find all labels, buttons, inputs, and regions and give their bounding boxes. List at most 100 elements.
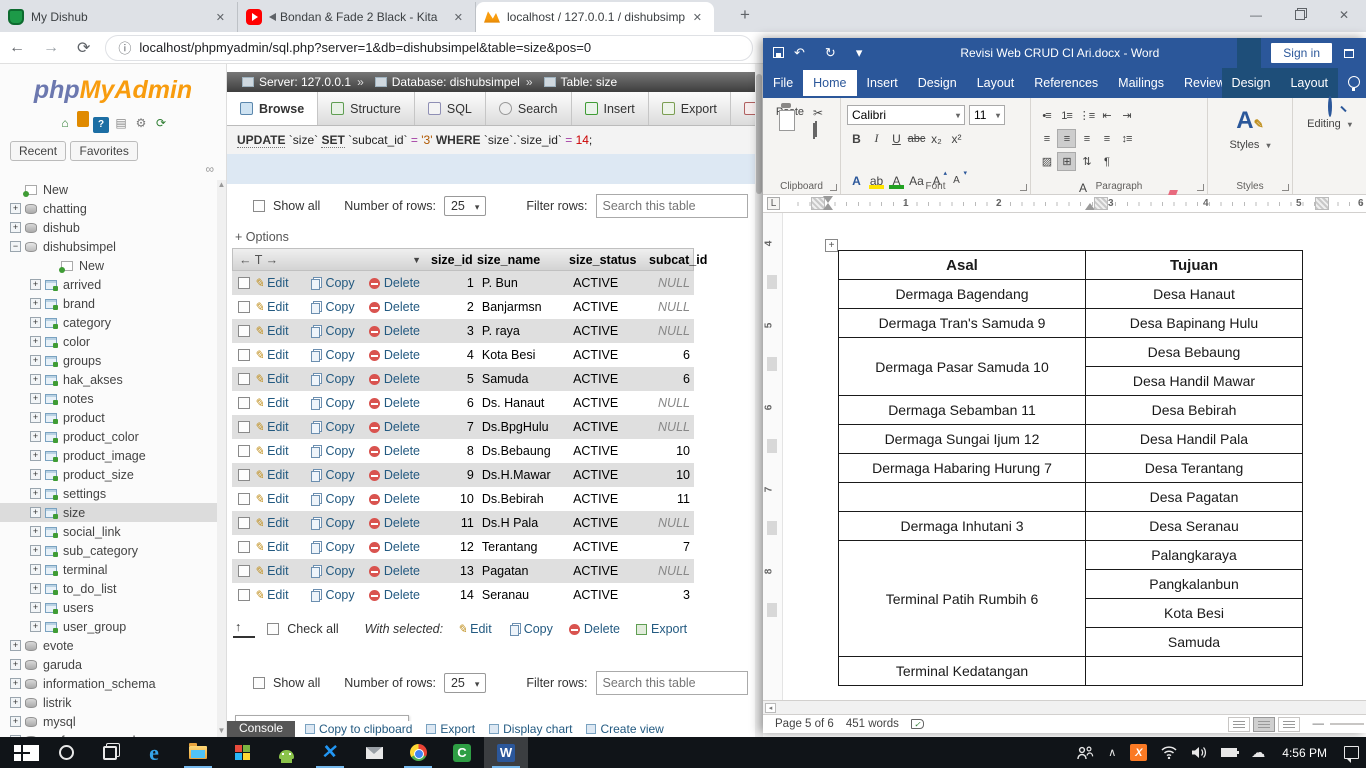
with-selected-edit[interactable]: ✎Edit: [457, 622, 492, 636]
word-count[interactable]: 451 words: [846, 718, 899, 730]
doc-cell[interactable]: [839, 483, 1086, 512]
column-header-size-status[interactable]: size_status: [565, 253, 645, 267]
align-right-button[interactable]: ≡: [1077, 129, 1096, 148]
page-info-icon[interactable]: ⓘ: [118, 38, 131, 57]
hanging-indent-marker[interactable]: [823, 203, 833, 210]
console-operation-link[interactable]: Create view: [586, 722, 663, 736]
row-checkbox[interactable]: [238, 301, 250, 313]
horizontal-scrollbar[interactable]: ◂: [763, 700, 1366, 714]
expand-icon[interactable]: +: [30, 374, 41, 385]
tree-item[interactable]: + listrik: [0, 693, 218, 712]
tree-item[interactable]: + user_group: [0, 617, 218, 636]
delete-link[interactable]: Delete: [369, 444, 432, 458]
ribbon-tab[interactable]: Layout: [967, 70, 1025, 96]
delete-link[interactable]: Delete: [369, 588, 432, 602]
store-icon[interactable]: [220, 737, 264, 768]
doc-col-tujuan[interactable]: Tujuan: [1086, 251, 1303, 280]
doc-cell[interactable]: Dermaga Sungai Ijum 12: [839, 425, 1086, 454]
cortana-button[interactable]: [44, 737, 88, 768]
edit-link[interactable]: ✎Edit: [254, 444, 309, 458]
document-canvas[interactable]: 45678 + Asal Tujuan Dermaga BagendangDes…: [763, 213, 1366, 700]
expand-icon[interactable]: −: [10, 241, 21, 252]
font-dialog-launcher[interactable]: [1020, 184, 1027, 191]
row-checkbox[interactable]: [238, 517, 250, 529]
people-icon[interactable]: [1076, 746, 1094, 760]
with-selected-export[interactable]: Export: [636, 622, 687, 636]
tree-item[interactable]: + mysql: [0, 712, 218, 731]
tree-item[interactable]: − dishubsimpel: [0, 237, 218, 256]
column-order-widget[interactable]: ← T →: [239, 253, 278, 267]
vscode-icon[interactable]: ✕: [308, 737, 352, 768]
row-checkbox[interactable]: [238, 469, 250, 481]
web-layout-icon[interactable]: [1278, 717, 1300, 732]
expand-icon[interactable]: +: [30, 545, 41, 556]
copy-link[interactable]: Copy: [309, 420, 368, 434]
row-checkbox[interactable]: [238, 325, 250, 337]
doc-cell[interactable]: Desa Bebirah: [1086, 396, 1303, 425]
reload-button[interactable]: ⟳: [77, 38, 90, 58]
edge-icon[interactable]: e: [132, 737, 176, 768]
zoom-out-button[interactable]: —: [1313, 718, 1325, 730]
edit-link[interactable]: ✎Edit: [254, 276, 309, 290]
console-operation-link[interactable]: Export: [426, 722, 475, 736]
format-painter-button[interactable]: [813, 142, 823, 160]
android-icon[interactable]: [264, 737, 308, 768]
delete-link[interactable]: Delete: [369, 516, 432, 530]
expand-icon[interactable]: +: [30, 469, 41, 480]
row-checkbox[interactable]: [238, 421, 250, 433]
redo-icon[interactable]: ↻: [825, 45, 846, 61]
tree-item[interactable]: New: [0, 256, 218, 275]
expand-icon[interactable]: +: [30, 279, 41, 290]
align-left-button[interactable]: ≡: [1037, 129, 1056, 148]
subscript-button[interactable]: x₂: [927, 129, 946, 148]
breadcrumb-database[interactable]: Database: dishubsimpel: [392, 75, 520, 89]
doc-cell[interactable]: Dermaga Inhutani 3: [839, 512, 1086, 541]
pma-tab[interactable]: SQL: [415, 92, 486, 125]
sign-in-button[interactable]: Sign in: [1271, 43, 1332, 63]
expand-icon[interactable]: +: [10, 640, 21, 651]
task-view-button[interactable]: [88, 737, 132, 768]
delete-link[interactable]: Delete: [369, 372, 432, 386]
copy-link[interactable]: Copy: [309, 444, 368, 458]
tab-close-icon[interactable]: ✕: [450, 9, 467, 26]
row-checkbox[interactable]: [238, 349, 250, 361]
expand-icon[interactable]: +: [10, 659, 21, 670]
doc-cell[interactable]: Desa Bapinang Hulu: [1086, 309, 1303, 338]
mail-icon[interactable]: [352, 737, 396, 768]
save-icon[interactable]: [773, 46, 784, 61]
copy-link[interactable]: Copy: [309, 276, 368, 290]
ribbon-tab[interactable]: References: [1024, 70, 1108, 96]
table-move-handle[interactable]: +: [825, 239, 838, 252]
restore-button[interactable]: [1278, 0, 1322, 30]
minimize-button[interactable]: —: [1234, 0, 1278, 30]
settings-icon[interactable]: ⚙: [133, 115, 149, 131]
tab-youtube[interactable]: Bondan & Fade 2 Black - Kita ✕: [238, 2, 476, 32]
filter-rows-input[interactable]: [596, 194, 748, 218]
column-header-size-name[interactable]: size_name: [473, 253, 565, 267]
tab-close-icon[interactable]: ✕: [212, 9, 229, 26]
edit-link[interactable]: ✎Edit: [254, 420, 309, 434]
doc-cell[interactable]: Pangkalanbun: [1086, 570, 1303, 599]
wifi-icon[interactable]: [1161, 746, 1177, 759]
doc-cell[interactable]: Desa Handil Mawar: [1086, 367, 1303, 396]
tree-item[interactable]: + brand: [0, 294, 218, 313]
close-button[interactable]: ✕: [1322, 0, 1366, 30]
ribbon-tab[interactable]: Home: [803, 70, 856, 96]
action-center-icon[interactable]: [1344, 746, 1359, 759]
battery-icon[interactable]: [1221, 748, 1237, 757]
help-icon[interactable]: ?: [93, 117, 109, 133]
home-icon[interactable]: ⌂: [57, 115, 73, 131]
doc-cell[interactable]: [1086, 657, 1303, 686]
paste-button[interactable]: Paste: [771, 106, 809, 118]
doc-cell[interactable]: Desa Seranau: [1086, 512, 1303, 541]
check-all-checkbox[interactable]: [267, 623, 279, 635]
filter-rows-input[interactable]: [596, 671, 748, 695]
copy-link[interactable]: Copy: [309, 564, 368, 578]
with-selected-copy[interactable]: Copy: [508, 622, 553, 636]
tree-item[interactable]: + color: [0, 332, 218, 351]
doc-cell[interactable]: Terminal Patih Rumbih 6: [839, 541, 1086, 657]
row-checkbox[interactable]: [238, 541, 250, 553]
tell-me-lightbulb-icon[interactable]: [1348, 76, 1360, 88]
delete-link[interactable]: Delete: [369, 300, 432, 314]
delete-link[interactable]: Delete: [369, 396, 432, 410]
